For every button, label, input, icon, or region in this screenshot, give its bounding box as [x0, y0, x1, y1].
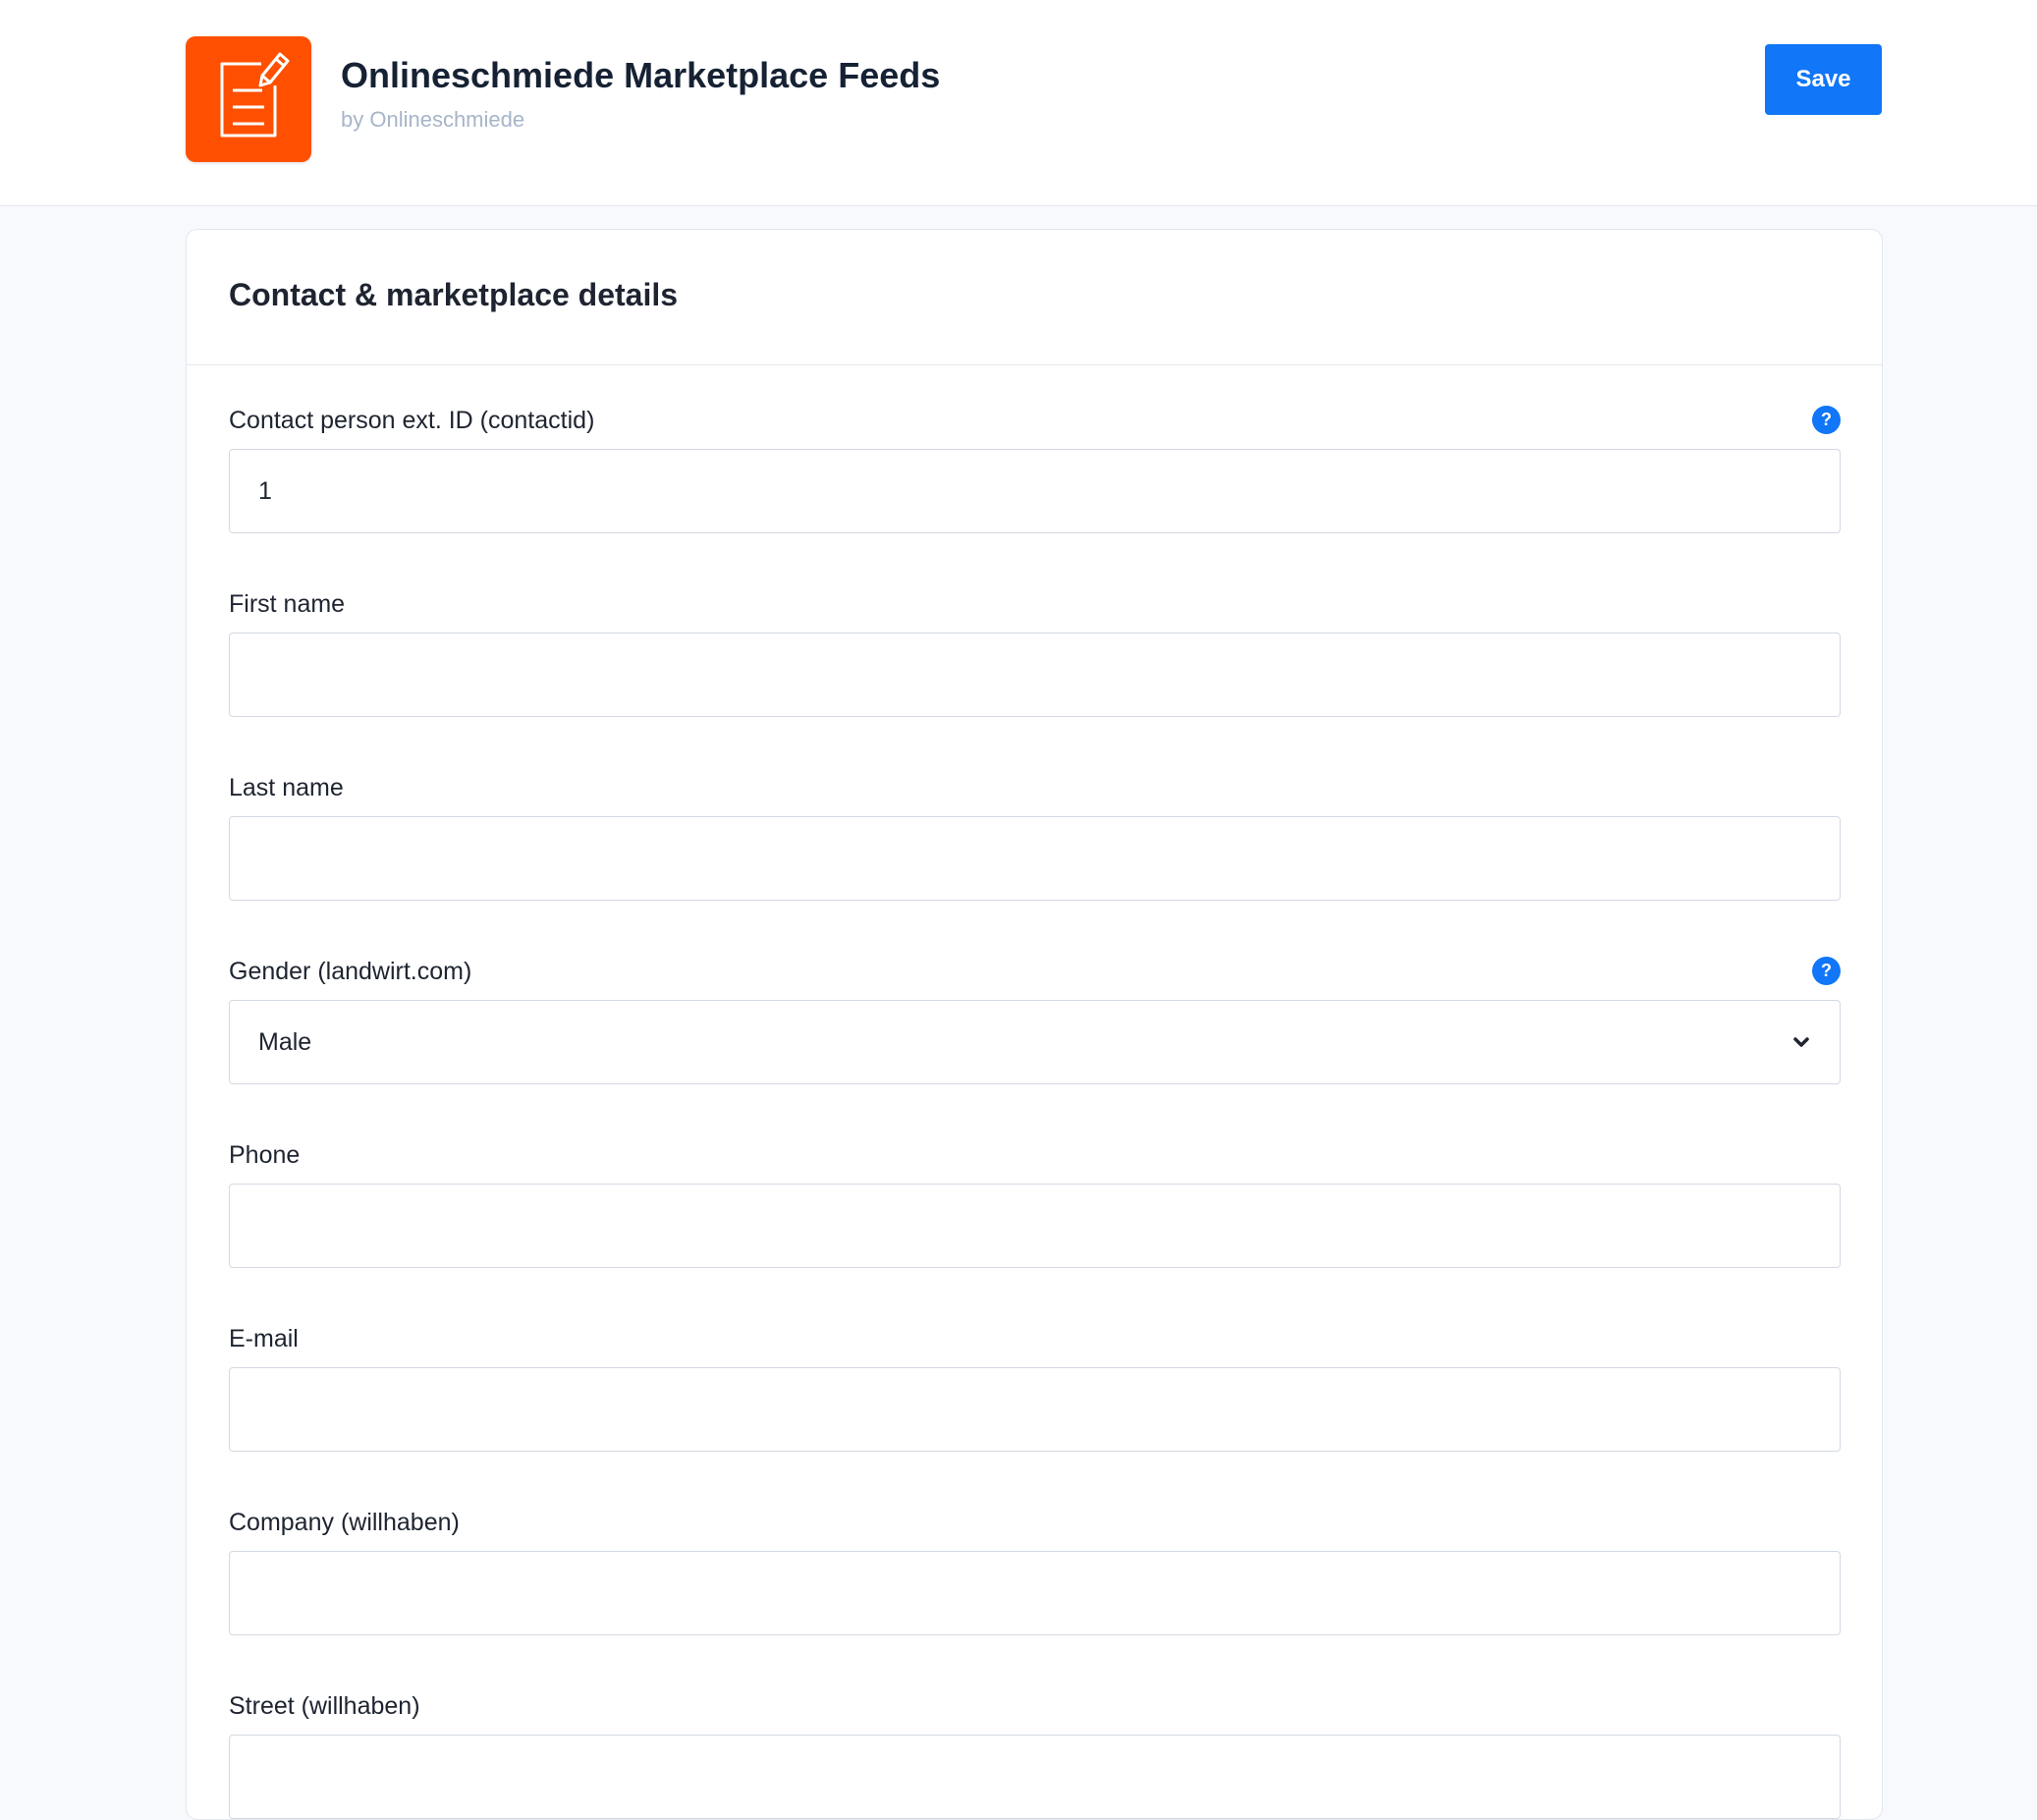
app-subtitle: by Onlineschmiede [341, 107, 525, 132]
field-phone: Phone [229, 1140, 1841, 1268]
field-gender: Gender (landwirt.com) ? Male [229, 957, 1841, 1084]
first-name-label: First name [229, 590, 346, 618]
street-label: Street (willhaben) [229, 1692, 420, 1720]
field-first-name: First name [229, 589, 1841, 717]
first-name-input[interactable] [229, 633, 1841, 717]
email-input[interactable] [229, 1367, 1841, 1452]
gender-select-value: Male [258, 1028, 312, 1056]
phone-input[interactable] [229, 1184, 1841, 1268]
last-name-input[interactable] [229, 816, 1841, 901]
email-label: E-mail [229, 1325, 299, 1352]
contact-id-label: Contact person ext. ID (contactid) [229, 407, 595, 434]
app-header: Onlineschmiede Marketplace Feeds by Onli… [0, 0, 2037, 206]
chevron-down-icon [1793, 1037, 1809, 1047]
last-name-label: Last name [229, 774, 344, 801]
gender-select[interactable]: Male [229, 1000, 1841, 1084]
card-header: Contact & marketplace details [187, 230, 1882, 365]
app-title: Onlineschmiede Marketplace Feeds [341, 55, 941, 95]
field-company: Company (willhaben) [229, 1508, 1841, 1635]
field-street: Street (willhaben) [229, 1691, 1841, 1819]
save-button[interactable]: Save [1765, 44, 1882, 115]
help-icon[interactable]: ? [1812, 406, 1841, 434]
company-input[interactable] [229, 1551, 1841, 1635]
company-label: Company (willhaben) [229, 1509, 460, 1536]
field-email: E-mail [229, 1324, 1841, 1452]
field-contact-id: Contact person ext. ID (contactid) ? [229, 406, 1841, 533]
contact-id-input[interactable] [229, 449, 1841, 533]
street-input[interactable] [229, 1735, 1841, 1819]
card-title: Contact & marketplace details [229, 277, 679, 312]
phone-label: Phone [229, 1141, 301, 1169]
field-last-name: Last name [229, 773, 1841, 901]
notepad-with-pencil-icon [186, 36, 311, 162]
settings-card: Contact & marketplace details Contact pe… [186, 229, 1883, 1820]
gender-label: Gender (landwirt.com) [229, 958, 472, 985]
help-icon[interactable]: ? [1812, 957, 1841, 985]
